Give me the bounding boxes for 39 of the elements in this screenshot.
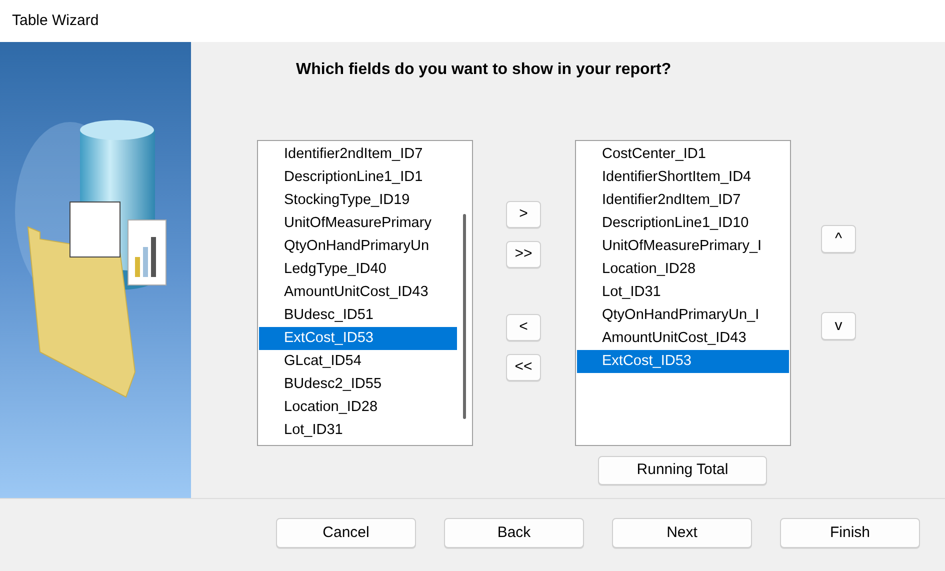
field-item[interactable]: Location_ID28	[259, 396, 457, 419]
field-item[interactable]: Identifier2ndItem_ID7	[259, 143, 457, 166]
wizard-button[interactable]: Next	[612, 518, 752, 548]
scrollbar-thumb[interactable]	[462, 214, 466, 419]
move-button[interactable]: <	[506, 314, 541, 341]
field-item[interactable]: GLcat_ID54	[259, 350, 457, 373]
running-total-button[interactable]: Running Total	[598, 456, 767, 485]
field-item[interactable]: Lot_ID31	[259, 419, 457, 442]
field-item[interactable]: UnitOfMeasurePrimary	[259, 212, 457, 235]
move-button[interactable]: >	[506, 201, 541, 228]
field-item[interactable]: ExtCost_ID53	[259, 327, 457, 350]
field-item[interactable]: IdentifierShortItem_ID4	[577, 166, 789, 189]
field-item[interactable]: QtyOnHandPrimaryUn_I	[577, 304, 789, 327]
window-title: Table Wizard	[0, 0, 945, 42]
field-item[interactable]: DescriptionLine1_ID1	[259, 166, 457, 189]
field-item[interactable]: QtyOnHandPrimaryUn	[259, 235, 457, 258]
field-item[interactable]: Identifier2ndItem_ID7	[577, 189, 789, 212]
reorder-button[interactable]: ^	[821, 225, 856, 253]
field-item[interactable]: Location_ID28	[577, 258, 789, 281]
field-item[interactable]: CostCenter_ID1	[577, 143, 789, 166]
field-item[interactable]: LedgType_ID40	[259, 258, 457, 281]
wizard-question: Which fields do you want to show in your report?	[296, 60, 672, 80]
field-item[interactable]: Lot_ID31	[577, 281, 789, 304]
field-item[interactable]: ExtCost_ID53	[577, 350, 789, 373]
move-button[interactable]: <<	[506, 354, 541, 381]
field-item[interactable]: AmountUnitCost_ID43	[577, 327, 789, 350]
field-item[interactable]: UnitOfMeasurePrimary_I	[577, 235, 789, 258]
field-item[interactable]: BUdesc_ID51	[259, 304, 457, 327]
field-item[interactable]: DescriptionLine1_ID10	[577, 212, 789, 235]
move-button[interactable]: >>	[506, 241, 541, 268]
selected-fields-list[interactable]: CostCenter_ID1 IdentifierShortItem_ID4 Identifier2ndItem_ID7 DescriptionLine1_ID10 UnitOfMeasurePrimary_I Location_ID28 Lot_ID31 QtyOnHandPrimaryUn_I AmountUnitCost_ID43 ExtCost_ID53	[575, 140, 791, 446]
field-item[interactable]: AmountUnitCost_ID43	[259, 281, 457, 304]
available-fields-list[interactable]	[257, 140, 473, 446]
wizard-button[interactable]: Cancel	[276, 518, 416, 548]
wizard-button[interactable]: Finish	[780, 518, 920, 548]
field-item[interactable]: BUdesc2_ID55	[259, 373, 457, 396]
reorder-button[interactable]: v	[821, 312, 856, 340]
wizard-button[interactable]: Back	[444, 518, 584, 548]
field-item[interactable]: StockingType_ID19	[259, 189, 457, 212]
